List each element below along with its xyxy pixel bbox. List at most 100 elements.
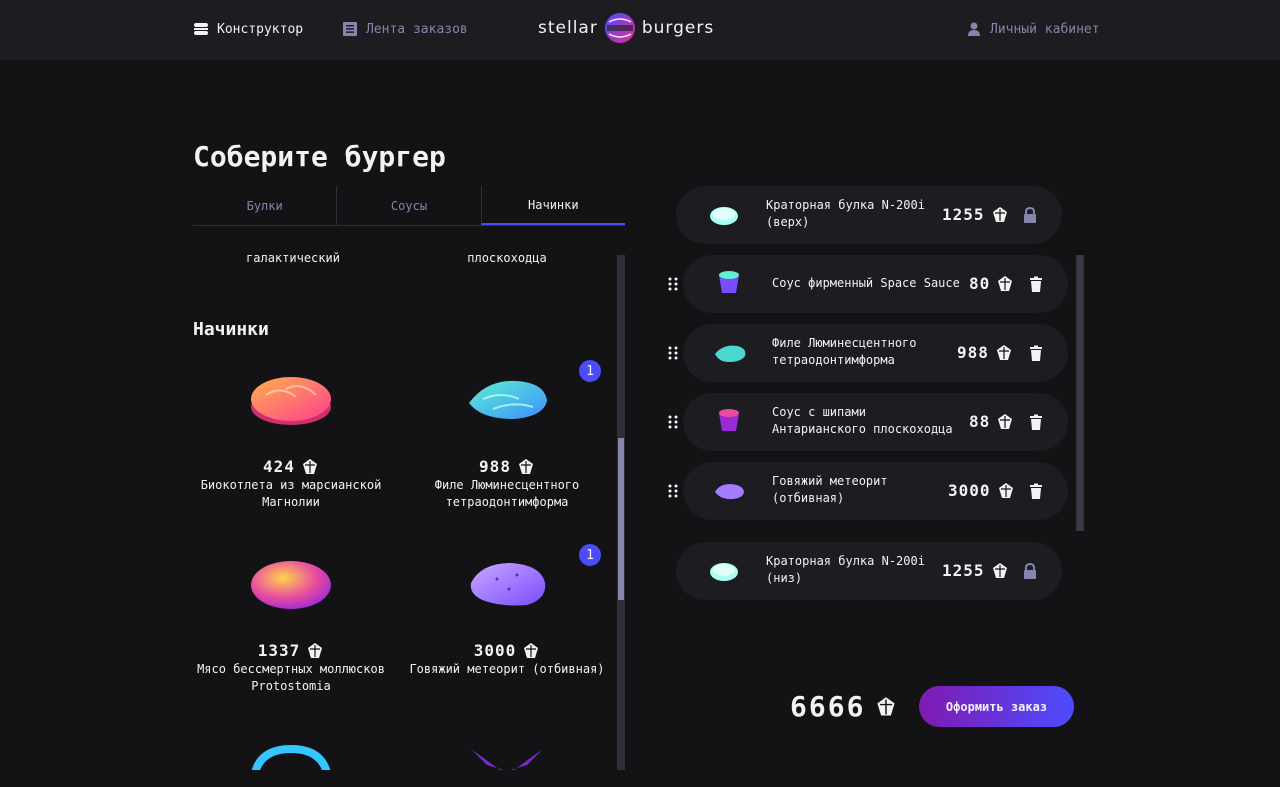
constructor-filling-item[interactable]: Соус с шипами Антарианского плоскоходца … [683, 393, 1068, 451]
order-total-value: 6666 [790, 690, 866, 723]
logo-text-left: stellar [538, 18, 598, 38]
drag-handle-icon[interactable] [667, 483, 679, 499]
delete-icon[interactable] [1028, 414, 1044, 430]
card-name: Биокотлета из марсианской Магнолии [200, 478, 382, 509]
ingredient-card[interactable]: 1 988 Филе Люминесцентного тетраодонтимф… [409, 360, 605, 535]
nav-feed[interactable]: Лента заказов [342, 20, 468, 38]
fish-fillet-image [469, 380, 547, 419]
partial-card-name: плоскоходца [467, 251, 547, 265]
cutlet-image [251, 377, 331, 425]
section-title-fillings: Начинки [193, 319, 269, 340]
constructor-item-price: 80 [969, 274, 1014, 293]
currency-icon [998, 413, 1013, 429]
sauce-image [719, 409, 739, 431]
bun-image [710, 207, 738, 225]
ingredient-card[interactable]: 424 Биокотлета из марсианской Магнолии [193, 365, 389, 535]
constructor-item-name: Соус с шипами Антарианского плоскоходца [772, 405, 953, 436]
currency-icon [996, 344, 1011, 360]
place-order-button[interactable]: Оформить заказ [919, 686, 1074, 727]
tab-sauces[interactable]: Соусы [336, 186, 480, 225]
currency-icon [308, 642, 323, 658]
card-price-value: 3000 [473, 641, 517, 660]
card-name: Говяжий метеорит (отбивная) [409, 662, 605, 676]
card-price-value: 424 [263, 457, 295, 476]
constructor-item-name: Краторная булка N-200i (низ) [766, 554, 925, 585]
price-value: 1255 [942, 561, 985, 580]
list-icon [343, 22, 357, 36]
price-value: 88 [969, 412, 991, 431]
partial-ingredient-image [471, 749, 543, 770]
constructor-filling-item[interactable]: Филе Люминесцентного тетраодонтимформа 9… [683, 324, 1068, 382]
drag-handle-icon[interactable] [667, 345, 679, 361]
nav-constructor-label: Конструктор [217, 21, 304, 37]
price-value: 3000 [948, 481, 991, 500]
card-price: 1337 [193, 641, 389, 660]
currency-icon [518, 458, 533, 474]
currency-icon [302, 458, 317, 474]
card-price: 988 [409, 457, 605, 476]
burger-icon [194, 23, 208, 35]
order-total: 6666 [790, 690, 897, 723]
bun-image [710, 563, 738, 581]
constructor-item-price: 1255 [942, 561, 1009, 580]
tab-fillings[interactable]: Начинки [480, 186, 625, 225]
card-price: 424 [193, 457, 389, 476]
currency-icon [877, 696, 895, 716]
logo-planet-icon [604, 13, 635, 43]
partial-card-name: галактический [246, 251, 340, 265]
currency-icon [524, 642, 539, 658]
price-value: 1255 [942, 205, 985, 224]
card-price: 3000 [409, 641, 605, 660]
meteorite-image [715, 484, 744, 500]
constructor-filling-item[interactable]: Говяжий метеорит (отбивная) 3000 [683, 462, 1068, 520]
partial-ingredient-image [251, 744, 331, 770]
tab-buns[interactable]: Булки [193, 186, 336, 225]
nav-account-label: Личный кабинет [990, 21, 1100, 37]
app-header: Конструктор Лента заказов stellar burger… [0, 0, 1280, 60]
mollusk-meat-image [251, 561, 331, 609]
currency-icon [992, 206, 1007, 222]
profile-icon [968, 22, 980, 36]
delete-icon[interactable] [1028, 483, 1044, 499]
page-title: Соберите бургер [193, 140, 446, 173]
ingredients-list[interactable]: галактический плоскоходца Начинки 424 Би… [193, 245, 625, 770]
nav-constructor[interactable]: Конструктор [193, 20, 303, 38]
constructor-item-name: Краторная булка N-200i (верх) [766, 198, 925, 229]
constructor-filling-item[interactable]: Соус фирменный Space Sauce 80 [683, 255, 1068, 313]
lock-icon [1024, 563, 1036, 579]
nav-account[interactable]: Личный кабинет [966, 20, 1100, 38]
constructor-bun-bottom: Краторная булка N-200i (низ) 1255 [676, 542, 1062, 600]
constructor-item-price: 988 [957, 343, 1013, 362]
meteorite-image [470, 563, 546, 606]
ingredient-counter-badge: 1 [579, 360, 601, 382]
currency-icon [998, 482, 1013, 498]
constructor-item-price: 88 [969, 412, 1014, 431]
ingredient-counter-badge: 1 [579, 544, 601, 566]
constructor-item-name: Филе Люминесцентного тетраодонтимформа [772, 336, 917, 367]
logo-text-right: burgers [641, 18, 715, 38]
ingredients-scrollbar-thumb[interactable] [618, 438, 624, 600]
lock-icon [1024, 207, 1036, 223]
delete-icon[interactable] [1028, 345, 1044, 361]
drag-handle-icon[interactable] [667, 276, 679, 292]
card-name: Филе Люминесцентного тетраодонтимформа [434, 478, 580, 509]
ingredient-card[interactable]: 1337 Мясо бессмертных моллюсков Protosto… [193, 549, 389, 719]
currency-icon [992, 562, 1007, 578]
constructor-item-price: 3000 [948, 481, 1015, 500]
constructor-item-name: Соус фирменный Space Sauce [772, 276, 960, 290]
constructor-item-name: Говяжий метеорит (отбивная) [772, 474, 888, 505]
constructor-bun-top: Краторная булка N-200i (верх) 1255 [676, 186, 1062, 244]
logo[interactable]: stellar burgers [538, 11, 714, 45]
constructor-item-price: 1255 [942, 205, 1009, 224]
fish-fillet-image [715, 345, 746, 362]
drag-handle-icon[interactable] [667, 414, 679, 430]
ingredient-tabs: Булки Соусы Начинки [193, 186, 625, 226]
currency-icon [998, 275, 1013, 291]
constructor-scrollbar-thumb[interactable] [1077, 255, 1083, 531]
ingredient-card[interactable]: 1 3000 Говяжий метеорит (отбивная) [409, 544, 605, 719]
delete-icon[interactable] [1028, 276, 1044, 292]
nav-feed-label: Лента заказов [366, 21, 468, 37]
card-price-value: 1337 [257, 641, 301, 660]
price-value: 80 [969, 274, 991, 293]
card-price-value: 988 [479, 457, 511, 476]
